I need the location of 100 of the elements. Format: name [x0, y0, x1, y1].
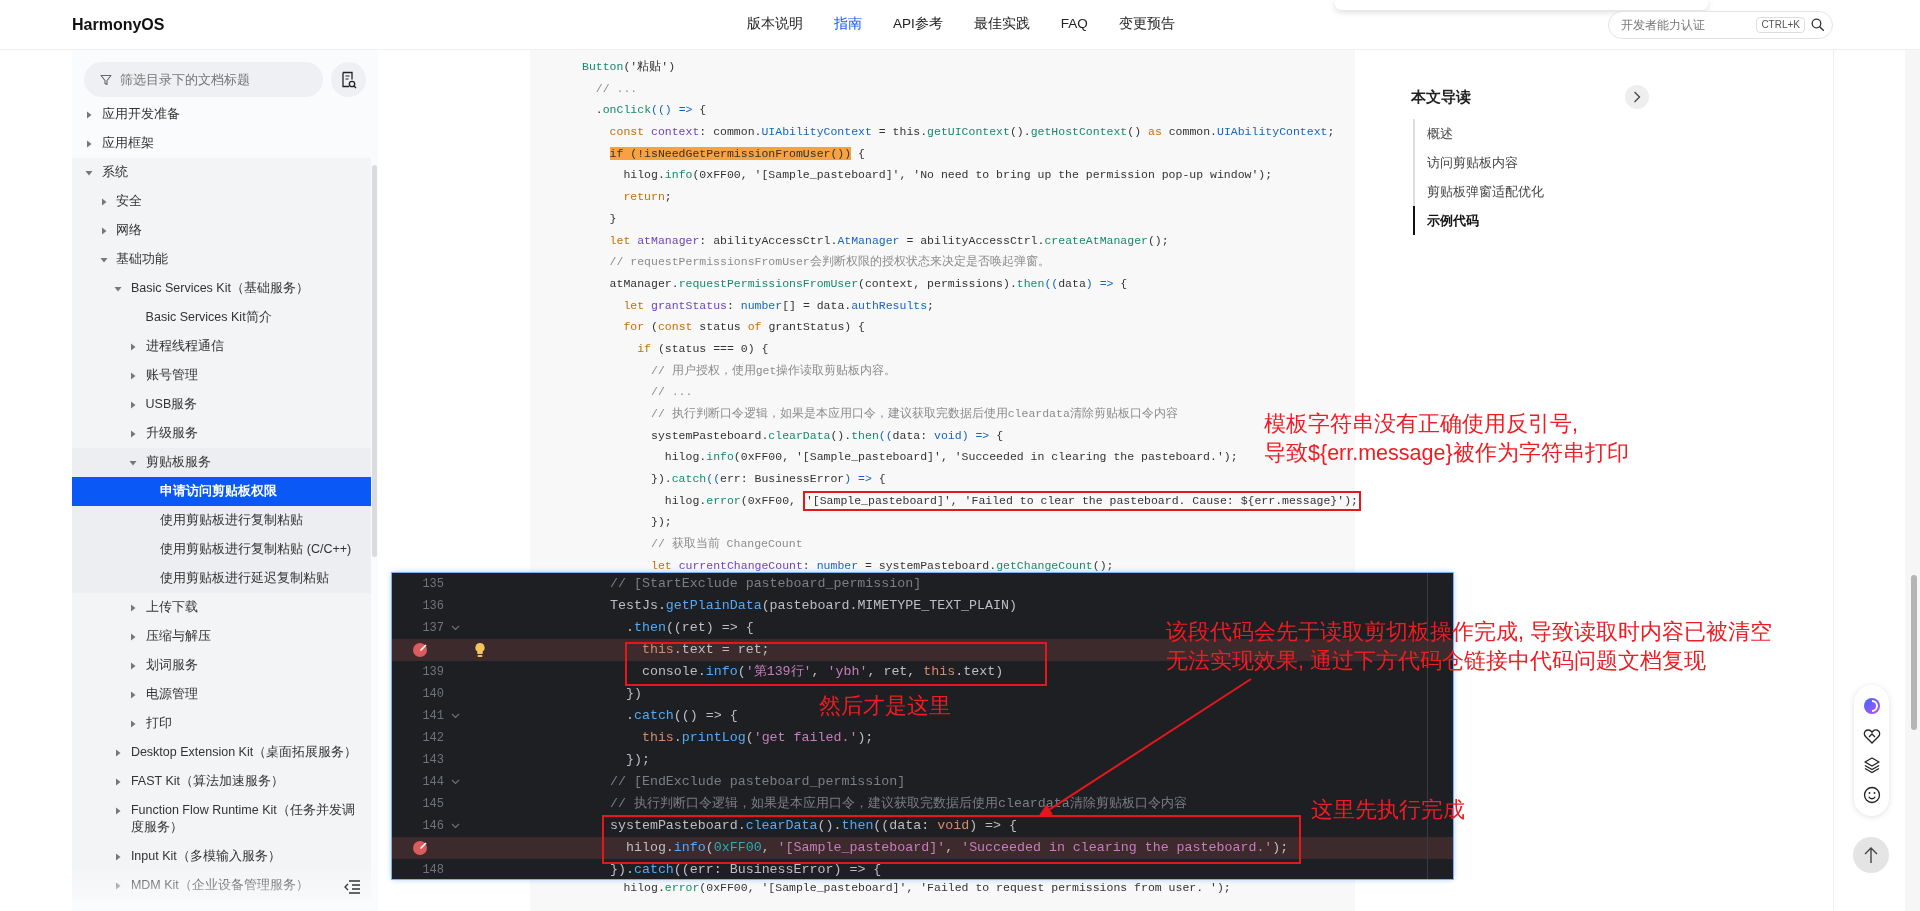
- chevron-right-icon: [1633, 91, 1641, 103]
- code-line: // 用户授权，使用get操作读取剪贴板内容。: [650, 362, 897, 379]
- sidebar-item[interactable]: Basic Services Kit（基础服务）: [72, 274, 371, 303]
- code-line: }: [608, 210, 617, 227]
- sidebar-item[interactable]: 申请访问剪贴板权限: [72, 477, 371, 506]
- sidebar-item[interactable]: 使用剪贴板进行复制粘贴 (C/C++): [72, 535, 371, 564]
- sidebar-item[interactable]: 剪贴板服务: [72, 448, 371, 477]
- caret-icon[interactable]: [129, 719, 138, 728]
- document-search-icon: [340, 70, 357, 89]
- caret-icon[interactable]: [129, 690, 138, 699]
- filter-field[interactable]: 筛选目录下的文档标题: [84, 62, 323, 97]
- nav-link[interactable]: FAQ: [1060, 14, 1088, 35]
- arrow-up-icon: [1863, 846, 1879, 864]
- caret-icon[interactable]: [114, 852, 123, 861]
- line-number: 139: [422, 664, 444, 681]
- document-search-button[interactable]: [331, 62, 366, 97]
- sidebar-item[interactable]: 应用框架: [72, 129, 371, 158]
- caret-icon[interactable]: [99, 197, 108, 206]
- back-to-top-button[interactable]: [1853, 837, 1889, 873]
- sidebar-item[interactable]: Basic Services Kit简介: [72, 303, 371, 332]
- smiley-icon[interactable]: [1862, 786, 1881, 805]
- code-line: }).catch((err: BusinessError) => {: [610, 861, 882, 879]
- sidebar-item[interactable]: 上传下载: [72, 593, 371, 622]
- nav-link[interactable]: 变更预告: [1118, 14, 1175, 35]
- nav-link[interactable]: 指南: [834, 14, 862, 35]
- toc-link[interactable]: 访问剪贴板内容: [1413, 148, 1651, 177]
- caret-icon[interactable]: [85, 110, 93, 119]
- code-line: .then((ret) => {: [624, 619, 754, 638]
- sidebar-item[interactable]: 划词服务: [72, 651, 371, 680]
- sidebar-item[interactable]: 基础功能: [72, 245, 371, 274]
- breakpoint-icon[interactable]: [412, 840, 428, 856]
- lightbulb-icon[interactable]: [474, 642, 486, 658]
- nav-link[interactable]: API参考: [893, 14, 943, 35]
- caret-icon[interactable]: [129, 661, 138, 670]
- sidebar-item[interactable]: 使用剪贴板进行复制粘贴: [72, 506, 371, 535]
- sidebar-item[interactable]: 升级服务: [72, 419, 371, 448]
- line-number: 140: [422, 686, 444, 703]
- code-line: systemPasteboard.clearData().then((data: void) => {: [650, 427, 1004, 444]
- sidebar-item[interactable]: 系统: [72, 158, 371, 187]
- nav-link[interactable]: 版本说明: [747, 14, 803, 35]
- code-line: systemPasteboard.clearData().then((data: void) => {: [610, 817, 1017, 836]
- code-line: if (!isNeedGetPermissionFromUser()) {: [608, 145, 865, 162]
- code-line: // ...: [650, 384, 693, 401]
- sidebar-item[interactable]: USB服务: [72, 390, 371, 419]
- scrollbar[interactable]: [1911, 575, 1917, 730]
- code-line: const context: common.UIAbilityContext = this.getUIContext().getHostContext() as common.UIAbilityContext;: [608, 124, 1335, 141]
- code-line: let currentChangeCount: number = systemPasteboard.getChangeCount();: [650, 557, 1114, 574]
- code-line: }): [624, 685, 642, 704]
- breakpoint-icon[interactable]: [412, 642, 428, 658]
- sidebar-item[interactable]: 账号管理: [72, 361, 371, 390]
- code-line: .catch(() => {: [624, 707, 738, 726]
- caret-icon[interactable]: [114, 748, 123, 757]
- caret-icon[interactable]: [85, 168, 93, 177]
- scrollbar[interactable]: [372, 165, 377, 557]
- sidebar-item[interactable]: Desktop Extension Kit（桌面拓展服务）: [72, 738, 371, 767]
- caret-icon[interactable]: [129, 458, 138, 467]
- code-line: for (const status of grantStatus) {: [622, 319, 865, 336]
- sidebar-item[interactable]: 压缩与解压: [72, 622, 371, 651]
- swirl-icon[interactable]: [1862, 696, 1881, 715]
- nav-link[interactable]: 最佳实践: [973, 14, 1030, 35]
- caret-icon[interactable]: [129, 371, 138, 380]
- fold-chevron-icon[interactable]: [450, 625, 460, 631]
- sidebar-item[interactable]: Input Kit（多模输入服务）: [72, 842, 371, 871]
- toc-link[interactable]: 概述: [1413, 119, 1651, 148]
- toc-link[interactable]: 剪贴板弹窗适配优化: [1413, 177, 1651, 206]
- sidebar-item[interactable]: 进程线程通信: [72, 332, 371, 361]
- sidebar-item[interactable]: 应用开发准备: [72, 100, 371, 129]
- collapse-sidebar-icon[interactable]: [343, 879, 361, 895]
- sidebar-item[interactable]: FAST Kit（算法加速服务）: [72, 767, 371, 796]
- layers-icon[interactable]: [1862, 756, 1881, 775]
- code-line: hilog.info(0xFF00, '[Sample_pasteboard]', 'No need to bring up the permission pop-up window');: [622, 167, 1273, 184]
- sidebar-item[interactable]: 安全: [72, 187, 371, 216]
- sidebar-item[interactable]: 打印: [72, 709, 371, 738]
- fold-chevron-icon[interactable]: [450, 823, 460, 829]
- code-line: if (status === 0) {: [636, 340, 769, 357]
- caret-icon[interactable]: [129, 400, 138, 409]
- caret-icon[interactable]: [114, 881, 123, 890]
- code-line: Button('粘贴'): [582, 59, 676, 75]
- fold-chevron-icon[interactable]: [450, 713, 460, 719]
- caret-icon[interactable]: [114, 777, 123, 786]
- caret-icon[interactable]: [129, 429, 138, 438]
- caret-icon[interactable]: [129, 342, 138, 351]
- fold-chevron-icon[interactable]: [450, 779, 460, 785]
- sidebar-item[interactable]: Function Flow Runtime Kit（任务并发调度服务）: [72, 796, 371, 842]
- sidebar-item[interactable]: 使用剪贴板进行延迟复制粘贴: [72, 564, 371, 593]
- code-line: let atManager: abilityAccessCtrl.AtManager = abilityAccessCtrl.createAtManager();: [608, 232, 1169, 249]
- caret-icon[interactable]: [114, 806, 123, 815]
- sidebar-item[interactable]: 网络: [72, 216, 371, 245]
- caret-icon[interactable]: [99, 226, 108, 235]
- code-line: hilog.error(0xFF00, '[Sample_pasteboard]', 'Failed to request permissions from user. ');: [622, 879, 1231, 896]
- caret-icon[interactable]: [129, 632, 138, 641]
- caret-icon[interactable]: [114, 284, 123, 293]
- caret-icon[interactable]: [99, 255, 108, 264]
- heart-icon[interactable]: [1862, 726, 1881, 745]
- search-icon[interactable]: [1811, 18, 1824, 31]
- caret-icon[interactable]: [85, 139, 93, 148]
- expand-button[interactable]: [1625, 85, 1649, 109]
- caret-icon[interactable]: [129, 603, 138, 612]
- sidebar-item[interactable]: 电源管理: [72, 680, 371, 709]
- toc-link[interactable]: 示例代码: [1413, 206, 1651, 235]
